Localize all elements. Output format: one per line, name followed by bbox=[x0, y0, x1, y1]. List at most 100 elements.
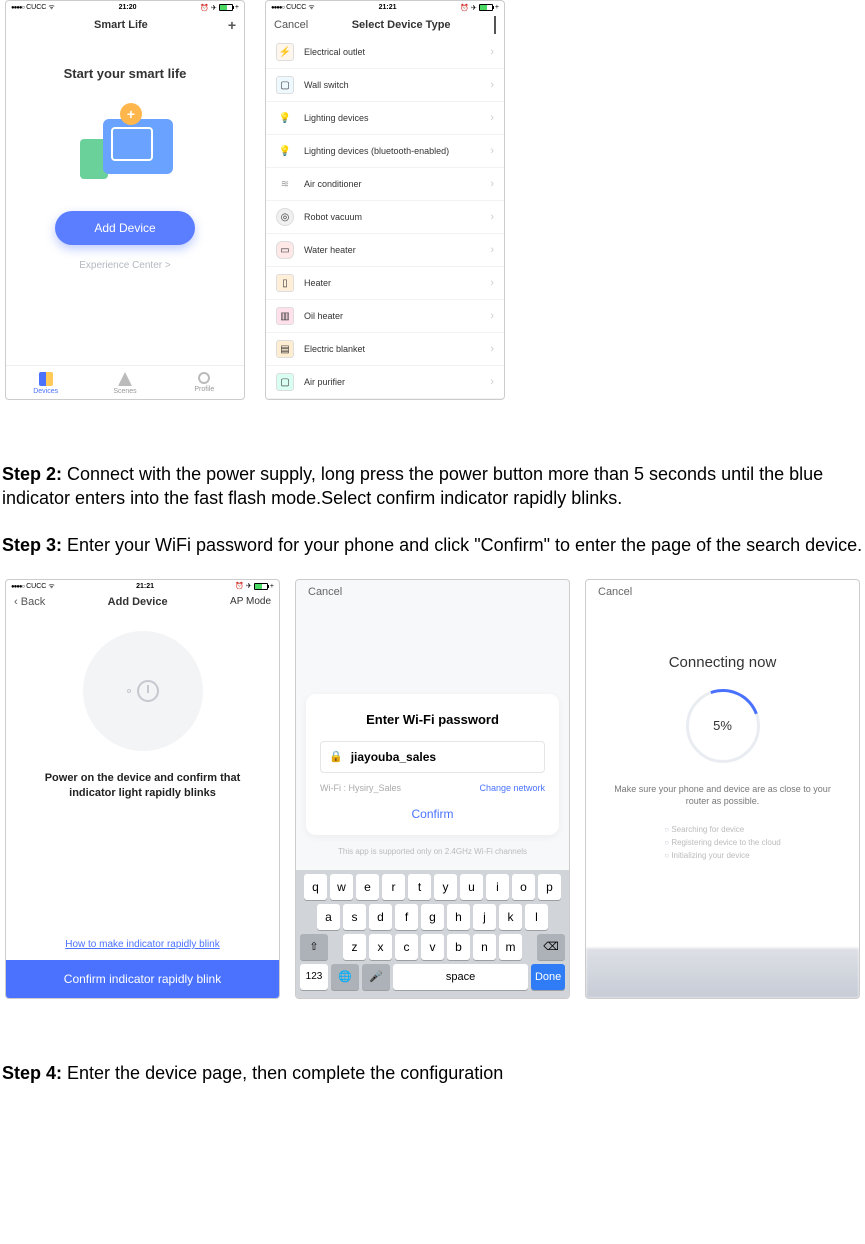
cancel-button[interactable]: Cancel bbox=[274, 19, 308, 31]
proximity-note: Make sure your phone and device are as c… bbox=[606, 783, 839, 808]
nav-bar: Smart Life + bbox=[6, 14, 244, 36]
blurred-bottom bbox=[586, 948, 859, 998]
key-f[interactable]: f bbox=[395, 904, 418, 930]
keyboard[interactable]: qwertyuiop asdfghjkl ⇧ zxcvbnm ⌫ 123 🌐 🎤… bbox=[296, 870, 569, 998]
page-title: Select Device Type bbox=[308, 19, 494, 31]
numbers-key[interactable]: 123 bbox=[300, 964, 328, 990]
cancel-button[interactable]: Cancel bbox=[296, 580, 569, 604]
wifi-label: Wi-Fi : Hysiry_Sales bbox=[320, 783, 401, 793]
list-item[interactable]: 💡Lighting devices› bbox=[266, 102, 504, 135]
list-item[interactable]: ◎Robot vacuum› bbox=[266, 201, 504, 234]
status-bar: CUCC ᯤ 21:21 ⏰ ✈︎ + bbox=[266, 1, 504, 14]
key-m[interactable]: m bbox=[499, 934, 522, 960]
key-g[interactable]: g bbox=[421, 904, 444, 930]
nav-bar: Cancel Select Device Type bbox=[266, 14, 504, 36]
instruction-steps: Step 2: Connect with the power supply, l… bbox=[0, 462, 865, 557]
list-item[interactable]: ▯Heater› bbox=[266, 267, 504, 300]
key-a[interactable]: a bbox=[317, 904, 340, 930]
step-4: Step 4: Enter the device page, then comp… bbox=[2, 1061, 863, 1085]
key-u[interactable]: u bbox=[460, 874, 483, 900]
key-t[interactable]: t bbox=[408, 874, 431, 900]
list-item[interactable]: ≋Air conditioner› bbox=[266, 168, 504, 201]
tab-profile[interactable]: Profile bbox=[165, 366, 244, 399]
experience-center-link[interactable]: Experience Center > bbox=[79, 260, 170, 271]
key-v[interactable]: v bbox=[421, 934, 444, 960]
back-button[interactable]: ‹ Back bbox=[14, 596, 45, 608]
key-h[interactable]: h bbox=[447, 904, 470, 930]
tab-bar: Devices Scenes Profile bbox=[6, 365, 244, 399]
hero-illustration: + bbox=[65, 101, 185, 191]
key-j[interactable]: j bbox=[473, 904, 496, 930]
key-l[interactable]: l bbox=[525, 904, 548, 930]
power-indicator-illustration bbox=[83, 631, 203, 751]
screenshot-device-type: CUCC ᯤ 21:21 ⏰ ✈︎ + Cancel Select Device… bbox=[265, 0, 505, 400]
chevron-right-icon: › bbox=[490, 343, 494, 355]
card-title: Enter Wi-Fi password bbox=[320, 712, 545, 727]
tab-scenes[interactable]: Scenes bbox=[85, 366, 164, 399]
list-item[interactable]: ⚡Electrical outlet› bbox=[266, 36, 504, 69]
list-item[interactable]: 💡Lighting devices (bluetooth-enabled)› bbox=[266, 135, 504, 168]
screenshot-wifi-password: Cancel Enter Wi-Fi password 🔒 jiayouba_s… bbox=[295, 579, 570, 999]
instruction-steps-2: Step 4: Enter the device page, then comp… bbox=[0, 1061, 865, 1085]
space-key[interactable]: space bbox=[393, 964, 528, 990]
app-title: Smart Life bbox=[14, 19, 228, 31]
key-p[interactable]: p bbox=[538, 874, 561, 900]
nav-bar: ‹ Back Add Device AP Mode bbox=[6, 593, 279, 611]
status-bar: CUCC ᯤ 21:20 ⏰ ✈︎ + bbox=[6, 1, 244, 14]
key-n[interactable]: n bbox=[473, 934, 496, 960]
screenshot-smart-life: CUCC ᯤ 21:20 ⏰ ✈︎ + Smart Life + Start y… bbox=[5, 0, 245, 400]
ap-mode-link[interactable]: AP Mode bbox=[230, 596, 271, 607]
confirm-blink-button[interactable]: Confirm indicator rapidly blink bbox=[6, 960, 279, 998]
key-e[interactable]: e bbox=[356, 874, 379, 900]
instruction-text: Power on the device and confirm that ind… bbox=[21, 771, 264, 802]
scan-icon[interactable] bbox=[494, 17, 496, 33]
confirm-button[interactable]: Confirm bbox=[320, 793, 545, 825]
bottom-screenshots-row: CUCC ᯤ 21:21 ⏰ ✈︎ + ‹ Back Add Device AP… bbox=[0, 579, 865, 1039]
key-y[interactable]: y bbox=[434, 874, 457, 900]
done-key[interactable]: Done bbox=[531, 964, 565, 990]
key-b[interactable]: b bbox=[447, 934, 470, 960]
chevron-right-icon: › bbox=[490, 178, 494, 190]
change-network-link[interactable]: Change network bbox=[479, 783, 545, 793]
key-k[interactable]: k bbox=[499, 904, 522, 930]
key-i[interactable]: i bbox=[486, 874, 509, 900]
step-2: Step 2: Connect with the power supply, l… bbox=[2, 462, 863, 511]
chevron-right-icon: › bbox=[490, 211, 494, 223]
chevron-right-icon: › bbox=[490, 112, 494, 124]
list-item[interactable]: ▥Oil heater› bbox=[266, 300, 504, 333]
globe-key[interactable]: 🌐 bbox=[331, 964, 359, 990]
key-r[interactable]: r bbox=[382, 874, 405, 900]
key-o[interactable]: o bbox=[512, 874, 535, 900]
password-field[interactable]: 🔒 jiayouba_sales bbox=[320, 741, 545, 773]
key-d[interactable]: d bbox=[369, 904, 392, 930]
list-item[interactable]: ▢Air purifier› bbox=[266, 366, 504, 399]
help-link[interactable]: How to make indicator rapidly blink bbox=[65, 929, 220, 960]
chevron-right-icon: › bbox=[490, 376, 494, 388]
list-item[interactable]: ▢Wall switch› bbox=[266, 69, 504, 102]
backspace-key[interactable]: ⌫ bbox=[537, 934, 565, 960]
cancel-button[interactable]: Cancel bbox=[586, 580, 859, 604]
key-z[interactable]: z bbox=[343, 934, 366, 960]
mic-key[interactable]: 🎤 bbox=[362, 964, 390, 990]
list-item[interactable]: ▤Electric blanket› bbox=[266, 333, 504, 366]
key-x[interactable]: x bbox=[369, 934, 392, 960]
status-list: Searching for device Registering device … bbox=[664, 824, 780, 862]
power-icon bbox=[137, 680, 159, 702]
shift-key[interactable]: ⇧ bbox=[300, 934, 328, 960]
chevron-right-icon: › bbox=[490, 244, 494, 256]
tab-devices[interactable]: Devices bbox=[6, 366, 85, 399]
key-w[interactable]: w bbox=[330, 874, 353, 900]
list-item[interactable]: ▭Water heater› bbox=[266, 234, 504, 267]
headline: Start your smart life bbox=[64, 66, 187, 81]
chevron-right-icon: › bbox=[490, 310, 494, 322]
chevron-right-icon: › bbox=[490, 145, 494, 157]
key-s[interactable]: s bbox=[343, 904, 366, 930]
add-device-button[interactable]: Add Device bbox=[55, 211, 195, 245]
screenshot-connecting: Cancel Connecting now 5% Make sure your … bbox=[585, 579, 860, 999]
connecting-title: Connecting now bbox=[669, 654, 777, 671]
add-icon[interactable]: + bbox=[228, 17, 236, 33]
device-type-list[interactable]: ⚡Electrical outlet› ▢Wall switch› 💡Light… bbox=[266, 36, 504, 399]
step-3: Step 3: Enter your WiFi password for you… bbox=[2, 533, 863, 557]
key-q[interactable]: q bbox=[304, 874, 327, 900]
key-c[interactable]: c bbox=[395, 934, 418, 960]
